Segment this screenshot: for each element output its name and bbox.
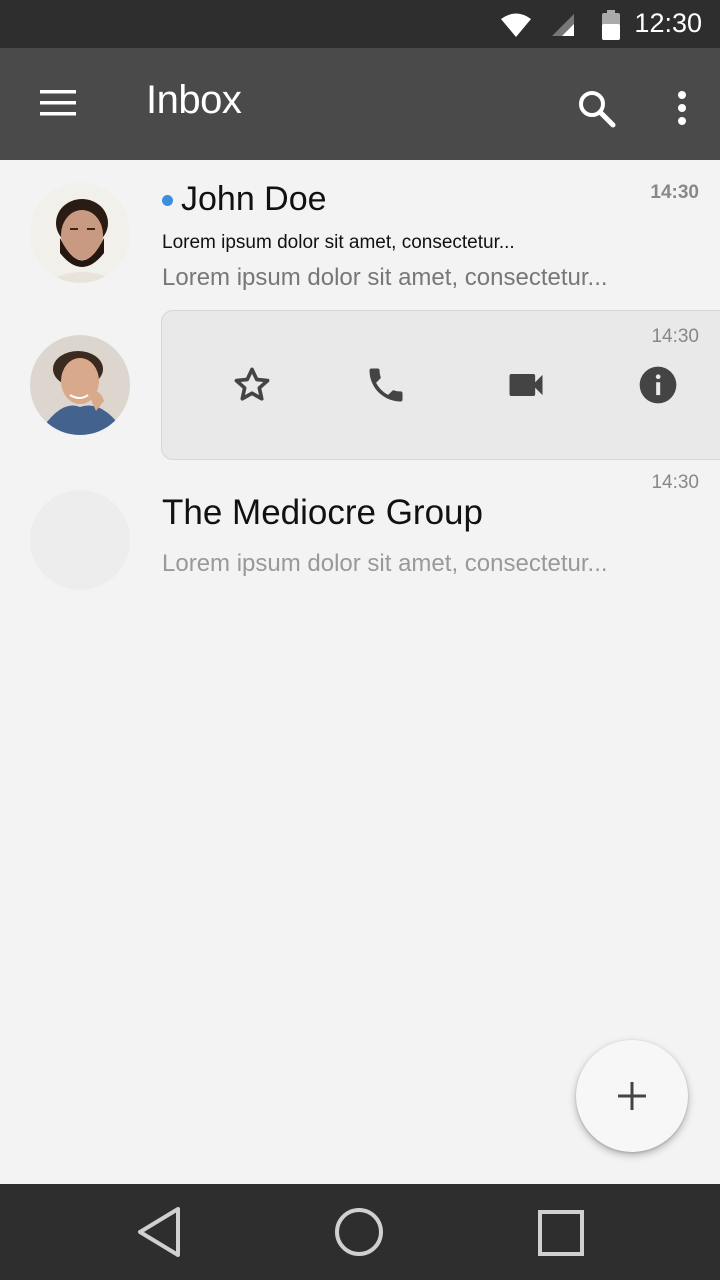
navigation-bar bbox=[0, 1184, 720, 1280]
videocam-icon[interactable] bbox=[504, 363, 548, 407]
back-icon[interactable] bbox=[136, 1206, 184, 1258]
star-icon[interactable] bbox=[230, 363, 274, 407]
message-time: 14:30 bbox=[651, 326, 699, 347]
home-icon[interactable] bbox=[333, 1206, 385, 1258]
page-title: Inbox bbox=[146, 78, 242, 122]
conversation-row[interactable]: 14:30 The Mediocre Group Lorem ipsum dol… bbox=[0, 460, 720, 600]
battery-icon bbox=[602, 10, 620, 40]
menu-icon[interactable] bbox=[38, 88, 78, 118]
signal-icon bbox=[552, 14, 574, 36]
avatar-placeholder bbox=[30, 490, 130, 590]
avatar-image bbox=[30, 335, 130, 435]
recents-icon[interactable] bbox=[538, 1210, 584, 1256]
more-vert-icon[interactable] bbox=[672, 90, 692, 126]
avatar bbox=[30, 335, 130, 435]
app-bar: Inbox bbox=[0, 48, 720, 160]
quick-actions-card: 14:30 bbox=[161, 310, 720, 460]
status-time: 12:30 bbox=[634, 8, 702, 38]
message-time: 14:30 bbox=[651, 472, 699, 493]
message-preview: Lorem ipsum dolor sit amet, consectetur.… bbox=[162, 550, 608, 577]
plus-icon bbox=[618, 1082, 646, 1110]
search-icon[interactable] bbox=[576, 88, 618, 130]
phone-icon[interactable] bbox=[364, 363, 408, 407]
status-bar: 12:30 bbox=[0, 0, 720, 48]
info-icon[interactable] bbox=[636, 363, 680, 407]
wifi-icon bbox=[501, 13, 531, 37]
compose-button[interactable] bbox=[576, 1040, 688, 1152]
contact-name: The Mediocre Group bbox=[162, 493, 483, 532]
conversation-row[interactable]: 14:30 bbox=[0, 160, 720, 460]
